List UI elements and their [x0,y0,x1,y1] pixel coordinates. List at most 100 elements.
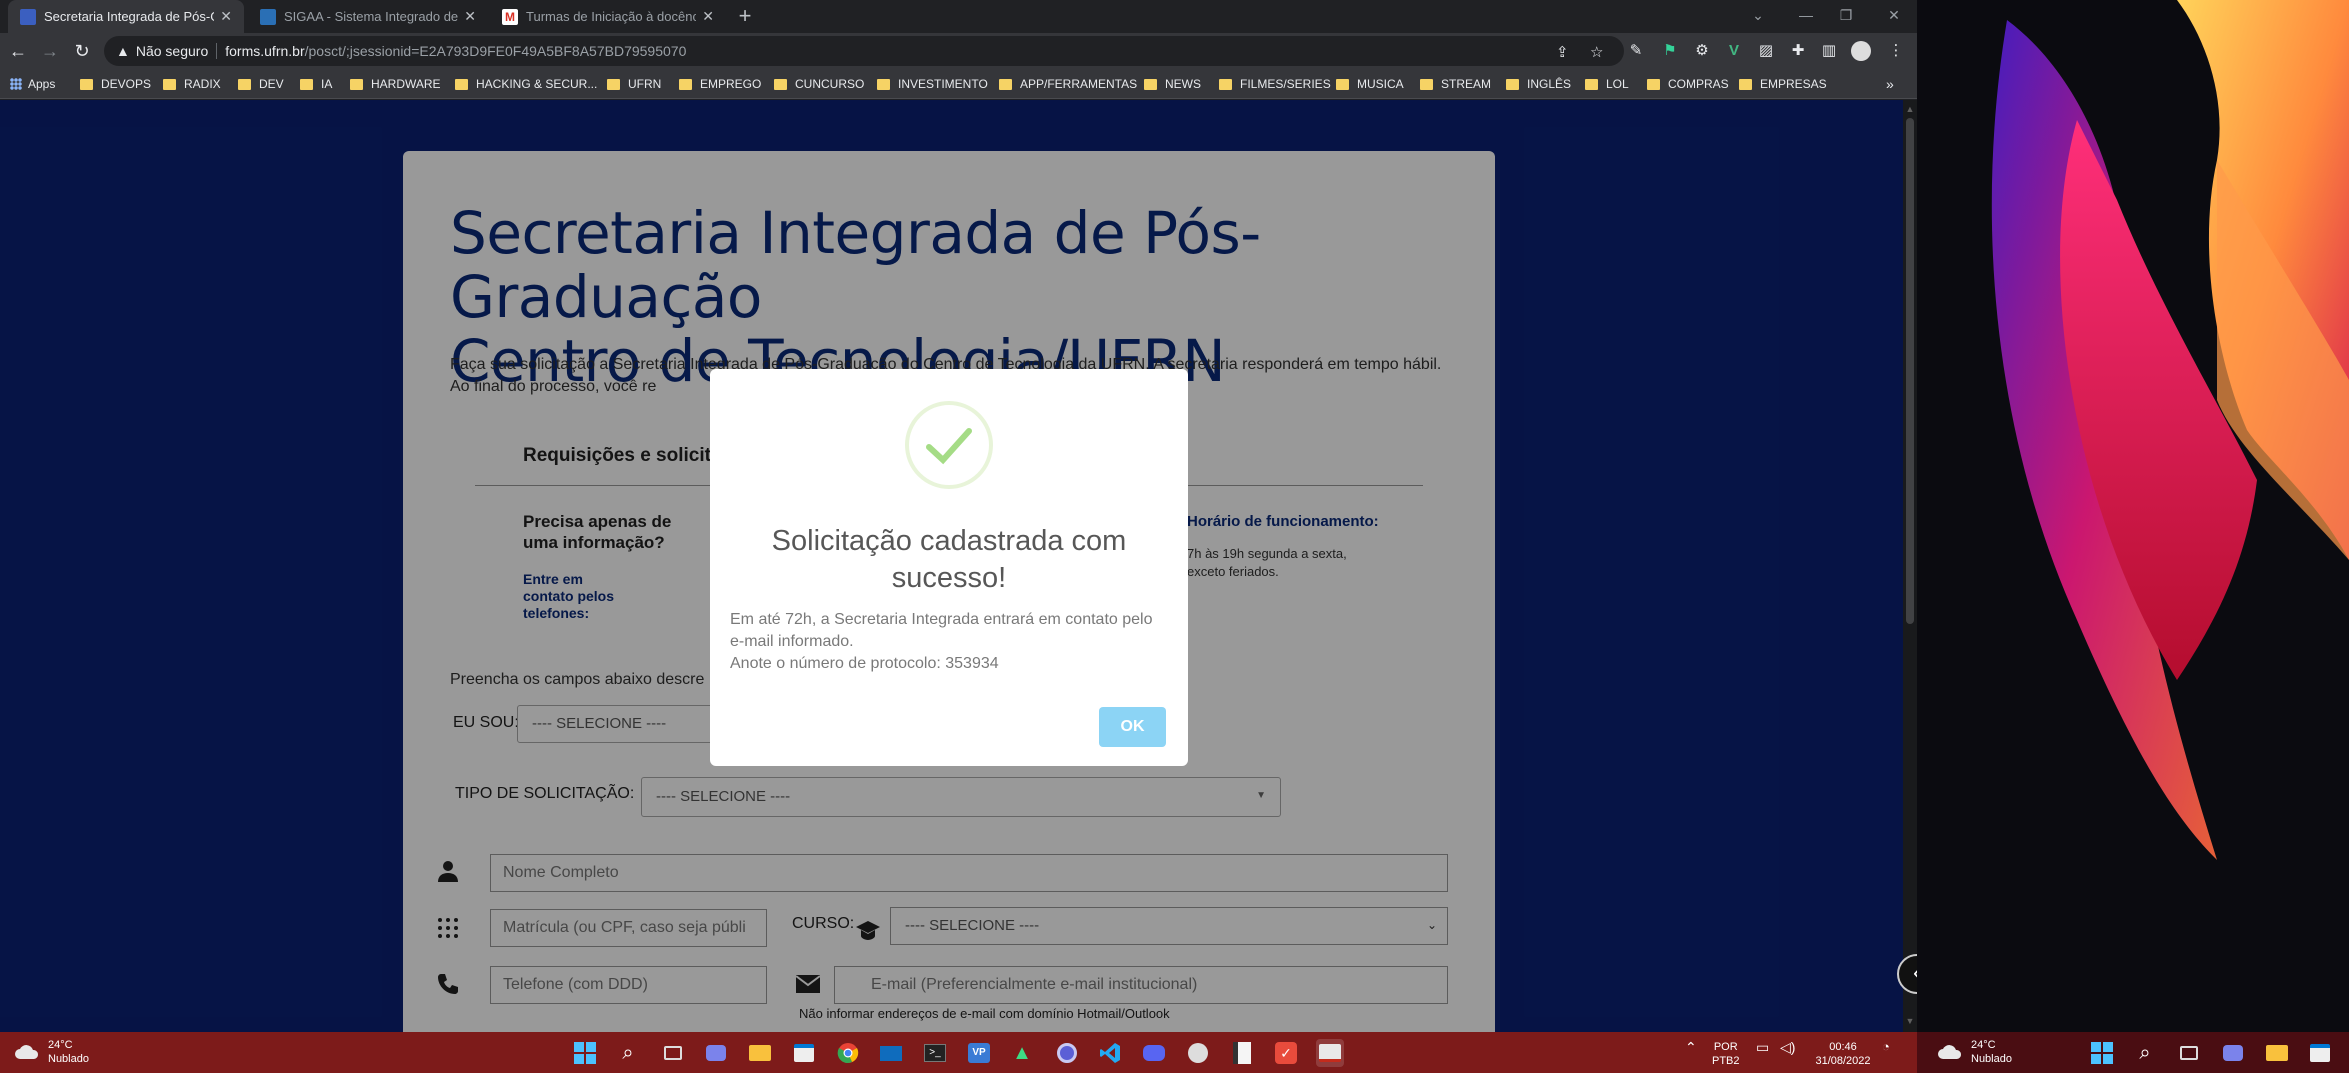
network-icon[interactable]: ▭ [1756,1040,1769,1054]
restore-button[interactable]: ❐ [1826,0,1866,33]
bookmark-folder[interactable]: DEV [238,75,284,93]
weather-widget[interactable]: 24°C Nublado [14,1038,89,1066]
chrome-icon[interactable] [834,1039,862,1067]
android-icon[interactable]: ▲ [1008,1039,1036,1067]
terminal-icon[interactable]: >_ [921,1039,949,1067]
search-icon[interactable]: ⌕ [2131,1039,2159,1067]
forward-icon[interactable]: → [38,39,62,63]
site-favicon-icon [20,8,36,25]
magnifier-app-icon[interactable] [1184,1039,1212,1067]
taskbar-main: 24°C Nublado ⌕ >_ VP ▲ ✓ ⌃ POR PTB2 ▭ ◁) 0… [0,1032,1917,1073]
volume-icon[interactable]: ◁) [1780,1040,1795,1054]
search-icon[interactable]: ⌕ [614,1039,642,1067]
browser-menu-icon[interactable]: ⋮ [1885,40,1907,62]
file-explorer-icon[interactable] [2263,1039,2291,1067]
bookmark-folder[interactable]: HARDWARE [350,75,441,93]
checklist-app-icon[interactable]: ✓ [1272,1039,1300,1067]
address-bar[interactable]: ▲ Não seguro forms.ufrn.br/posct/;jsessi… [104,36,1624,66]
apps-grid-icon [10,78,22,90]
bookmark-folder[interactable]: DEVOPS [80,75,151,93]
cloud-icon [1937,1044,1963,1060]
folder-icon [163,78,176,90]
bookmark-folder[interactable]: MUSICA [1336,75,1404,93]
tab-sigaa[interactable]: SIGAA - Sistema Integrado de Ge ✕ [248,0,488,33]
extension-square-icon[interactable]: ▨ [1755,40,1777,62]
sigaa-favicon-icon [260,8,276,25]
windows-start-icon[interactable] [571,1039,599,1067]
bookmark-folder[interactable]: RADIX [163,75,221,93]
language-indicator[interactable]: POR PTB2 [1712,1040,1740,1068]
security-status[interactable]: Não seguro [136,43,208,59]
share-icon[interactable]: ⇪ [1556,43,1569,61]
browser-app-icon[interactable] [1053,1039,1081,1067]
bookmark-folder[interactable]: STREAM [1420,75,1491,93]
dialog-body: Em até 72h, a Secretaria Integrada entra… [730,609,1170,675]
windows-start-icon[interactable] [2088,1039,2116,1067]
bookmark-folder[interactable]: COMPRAS [1647,75,1729,93]
snipping-tool-icon[interactable] [1316,1039,1344,1067]
folder-icon [774,78,787,90]
tab-search-icon[interactable]: ⌄ [1738,0,1778,33]
teams-chat-icon[interactable] [2219,1039,2247,1067]
bookmark-folder[interactable]: CUNCURSO [774,75,864,93]
bookmark-folder[interactable]: INGLÊS [1506,75,1571,93]
minimize-button[interactable]: — [1786,0,1826,33]
bookmark-folder[interactable]: EMPRESAS [1739,75,1827,93]
store-icon[interactable] [2306,1039,2334,1067]
mail-icon[interactable] [877,1039,905,1067]
extension-leaf-icon[interactable]: ⚑ [1659,40,1681,62]
extensions-puzzle-icon[interactable]: ✚ [1787,40,1809,62]
bookmark-folder[interactable]: HACKING & SECUR... [455,75,597,93]
bookmark-folder[interactable]: LOL [1585,75,1629,93]
task-view-icon[interactable] [2175,1039,2203,1067]
weather-widget-secondary[interactable]: 24°C Nublado [1937,1038,2012,1066]
extension-gear-icon[interactable]: ⚙ [1691,40,1713,62]
close-tab-icon[interactable]: ✕ [464,8,476,25]
browser-toolbar: ← → ↻ ▲ Não seguro forms.ufrn.br/posct/;… [0,33,1917,69]
reload-icon[interactable]: ↻ [70,39,94,63]
back-icon[interactable]: ← [6,39,30,63]
folder-icon [80,78,93,90]
close-tab-icon[interactable]: ✕ [220,8,232,25]
discord-icon[interactable] [1140,1039,1168,1067]
vscode-icon[interactable] [1096,1039,1124,1067]
folder-icon [999,78,1012,90]
extension-pencil-icon[interactable]: ✎ [1625,40,1647,62]
bookmark-star-icon[interactable]: ☆ [1590,43,1603,61]
secondary-taskbar: 24°C Nublado ⌕ [1917,1032,2349,1073]
ok-button[interactable]: OK [1099,707,1166,747]
new-tab-button[interactable]: + [732,3,758,29]
bookmark-folder[interactable]: INVESTIMENTO [877,75,988,93]
bookmark-folder[interactable]: APP/FERRAMENTAS [999,75,1137,93]
vue-devtools-icon[interactable]: V [1723,40,1745,62]
bookmark-folder[interactable]: EMPREGO [679,75,761,93]
side-panel-icon[interactable]: ▥ [1818,40,1840,62]
close-tab-icon[interactable]: ✕ [702,8,714,25]
file-explorer-icon[interactable] [746,1039,774,1067]
close-window-button[interactable]: ✕ [1874,0,1914,33]
bookmarks-bar: Apps DEVOPS RADIX DEV IA HARDWARE HACKIN… [0,69,1917,99]
bookmark-folder[interactable]: IA [300,75,332,93]
bookmark-apps[interactable]: Apps [10,75,55,93]
folder-icon [1336,78,1349,90]
bookmark-folder[interactable]: FILMES/SERIES [1219,75,1331,93]
address-separator [216,43,218,59]
bookmark-folder[interactable]: NEWS [1144,75,1201,93]
teams-chat-icon[interactable] [702,1039,730,1067]
task-view-icon[interactable] [659,1039,687,1067]
store-icon[interactable] [790,1039,818,1067]
clock[interactable]: 00:46 31/08/2022 [1810,1040,1876,1068]
vpn-icon[interactable]: VP [965,1039,993,1067]
profile-avatar[interactable] [1850,40,1872,62]
notes-app-icon[interactable] [1228,1039,1256,1067]
tab-secretaria[interactable]: Secretaria Integrada de Pós-Grad ✕ [8,0,244,33]
bookmark-folder[interactable]: UFRN [607,75,661,93]
notification-icon[interactable]: ◔ [1882,1040,1890,1054]
tray-expand-icon[interactable]: ⌃ [1685,1040,1697,1054]
url-text[interactable]: forms.ufrn.br/posct/;jsessionid=E2A793D9… [225,43,686,59]
more-bookmarks-icon[interactable]: » [1886,75,1894,93]
desktop-wallpaper [1917,0,2349,1032]
dialog-message: Em até 72h, a Secretaria Integrada entra… [730,611,1153,650]
folder-icon [1739,78,1752,90]
tab-gmail[interactable]: M Turmas de Iniciação à docência ✕ [490,0,726,33]
